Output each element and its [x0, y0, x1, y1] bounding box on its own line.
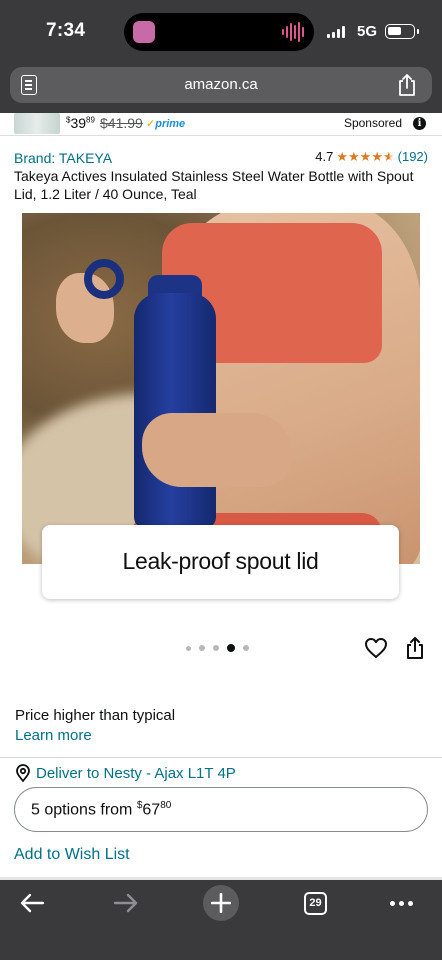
- buying-options-button[interactable]: 5 options from $6780: [14, 787, 428, 832]
- carousel-dot[interactable]: [186, 645, 191, 651]
- battery-level: [388, 27, 401, 35]
- browser-toolbar: 29: [0, 880, 442, 960]
- image-water-bottle: [134, 293, 216, 529]
- browser-address-area: amazon.ca: [0, 62, 442, 113]
- review-count[interactable]: (192): [398, 149, 428, 164]
- new-tab-plus-icon[interactable]: [203, 885, 239, 921]
- more-menu-icon[interactable]: [390, 901, 413, 906]
- audio-wave-icon: [282, 22, 304, 42]
- image-bottle-cap: [84, 259, 124, 299]
- sponsored-product-thumbnail[interactable]: [14, 113, 60, 134]
- network-type: 5G: [357, 23, 378, 40]
- price-note: Price higher than typical: [15, 707, 176, 724]
- now-playing-app-icon: [133, 21, 155, 43]
- image-caption-card: Leak-proof spout lid: [42, 525, 399, 599]
- product-share-icon[interactable]: [405, 636, 425, 660]
- add-to-wish-list-link[interactable]: Add to Wish List: [14, 846, 130, 864]
- back-arrow-icon[interactable]: [18, 892, 46, 914]
- rating-summary[interactable]: 4.7 ★ ★ ★ ★ ★ (192): [315, 149, 428, 164]
- product-image[interactable]: [22, 213, 420, 564]
- battery-icon: [385, 24, 419, 39]
- sponsored-price: $3989: [66, 115, 95, 131]
- sponsored-label: Sponsored: [343, 116, 402, 130]
- forward-arrow-icon[interactable]: [112, 892, 140, 914]
- carousel-dot[interactable]: [213, 645, 219, 651]
- star-icon: ★: [359, 149, 372, 164]
- half-star-icon: ★: [382, 149, 395, 164]
- location-pin-icon: [15, 764, 31, 783]
- carousel-dot-active[interactable]: [227, 644, 235, 652]
- url-text[interactable]: amazon.ca: [10, 76, 432, 93]
- product-page: $3989 $41.99 ✓prime Sponsored i Brand: T…: [0, 113, 442, 880]
- star-rating: ★ ★ ★ ★ ★: [336, 150, 394, 163]
- image-right-hand: [142, 413, 292, 487]
- delivery-location-link[interactable]: Deliver to Nesty - Ajax L1T 4P: [36, 765, 236, 782]
- product-title: Takeya Actives Insulated Stainless Steel…: [14, 168, 414, 202]
- carousel-dot[interactable]: [199, 645, 205, 651]
- brand-link[interactable]: Brand: TAKEYA: [14, 150, 112, 166]
- status-time: 7:34: [46, 20, 86, 41]
- learn-more-link[interactable]: Learn more: [15, 727, 92, 744]
- prime-badge: ✓prime: [146, 118, 186, 130]
- star-icon: ★: [336, 149, 349, 164]
- rating-value: 4.7: [315, 149, 334, 164]
- star-icon: ★: [348, 149, 360, 164]
- tab-switcher-icon[interactable]: 29: [304, 892, 327, 915]
- share-icon[interactable]: [396, 73, 418, 97]
- info-icon[interactable]: i: [413, 117, 426, 130]
- divider: [0, 757, 442, 758]
- carousel-dot[interactable]: [243, 645, 249, 651]
- image-caption: Leak-proof spout lid: [122, 548, 319, 574]
- star-icon: ★: [371, 149, 383, 164]
- heart-icon[interactable]: [364, 637, 388, 659]
- address-bar[interactable]: amazon.ca: [10, 67, 432, 103]
- carousel-indicator[interactable]: [186, 644, 249, 652]
- status-bar: 7:34 5G: [0, 0, 442, 62]
- signal-icon: [327, 26, 345, 38]
- sponsored-product-strip[interactable]: $3989 $41.99 ✓prime Sponsored i: [0, 113, 442, 136]
- buying-options-label: 5 options from $6780: [31, 800, 172, 819]
- sponsored-list-price: $41.99: [100, 115, 143, 131]
- dynamic-island: [124, 13, 314, 51]
